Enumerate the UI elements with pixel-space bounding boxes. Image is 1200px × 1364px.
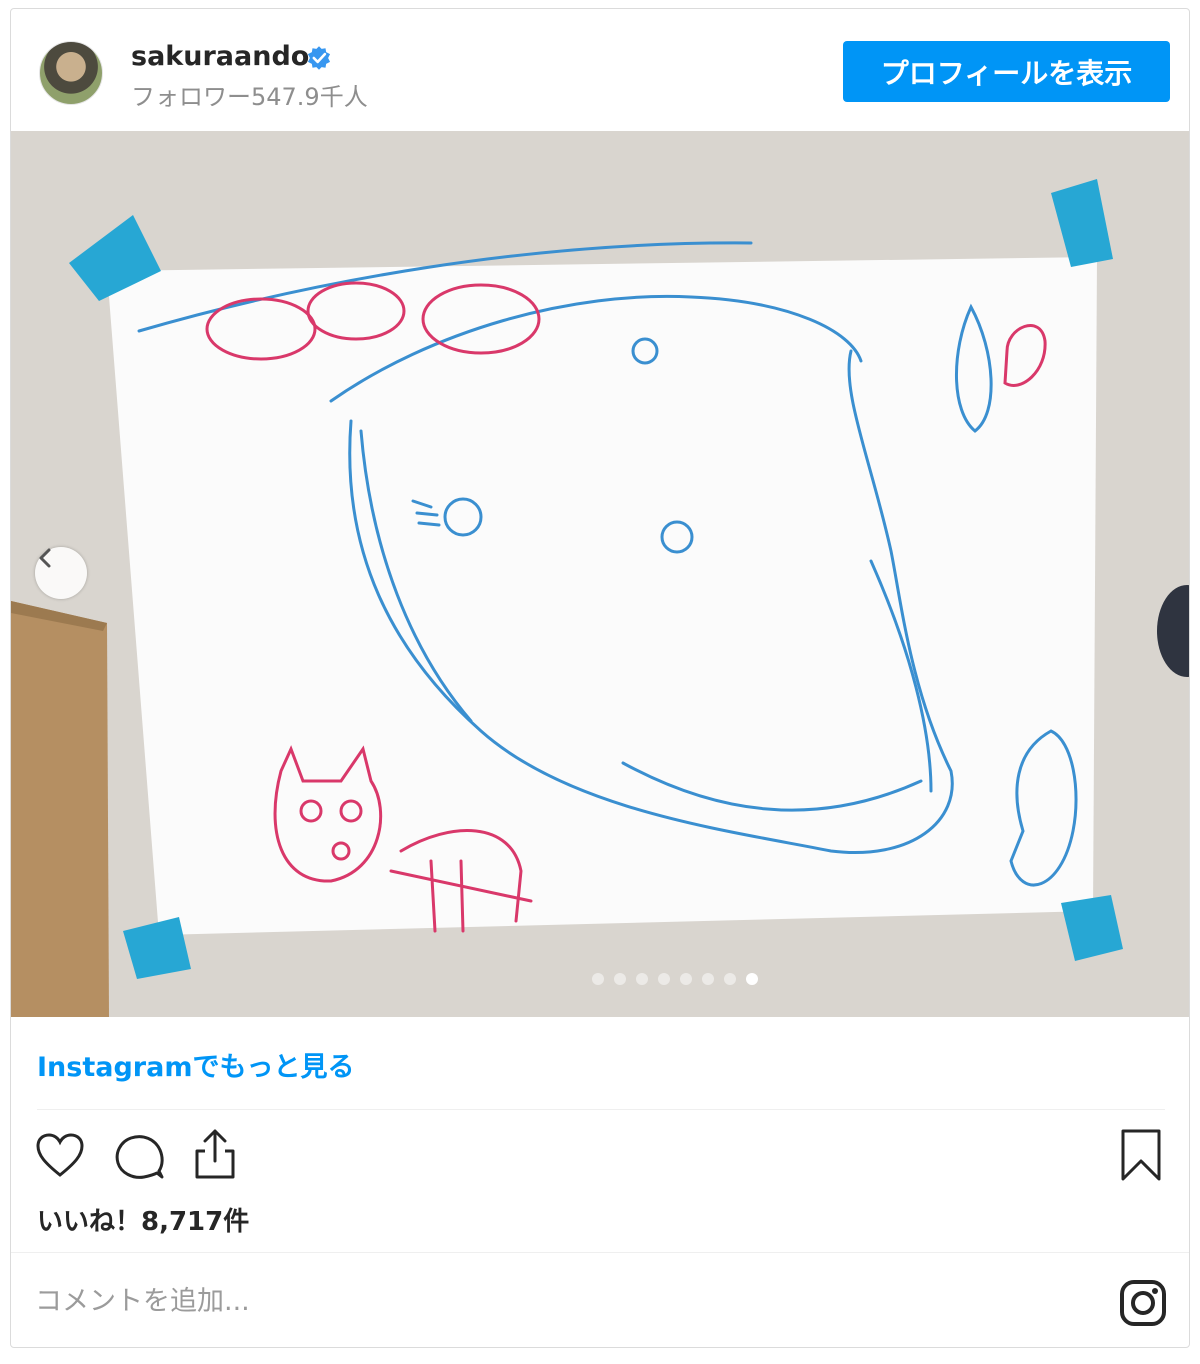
carousel-dot-active [746,973,758,985]
chevron-left-icon [39,548,51,568]
verified-badge-icon [307,46,331,70]
view-profile-button[interactable]: プロフィールを表示 [843,41,1170,102]
instagram-embed-card: sakuraando フォロワー547.9千人 プロフィールを表示 Instag… [10,8,1190,1348]
carousel-prev-button[interactable] [35,547,87,599]
share-icon[interactable] [191,1127,239,1181]
comment-bar [11,1252,1189,1347]
like-count[interactable]: いいね！8,717件 [37,1201,249,1238]
heart-icon[interactable] [35,1133,85,1179]
carousel-indicator [11,973,1189,985]
carousel-dot [636,973,648,985]
carousel-dot [592,973,604,985]
username[interactable]: sakuraando [131,41,309,72]
carousel-dot [680,973,692,985]
drawing-photo [11,131,1189,1017]
instagram-logo-icon[interactable] [1119,1279,1167,1327]
post-media-carousel[interactable] [11,131,1189,1017]
bookmark-icon[interactable] [1119,1127,1163,1183]
carousel-dot [702,973,714,985]
comment-input[interactable] [35,1275,1075,1327]
post-header: sakuraando フォロワー547.9千人 プロフィールを表示 [11,9,1189,131]
view-more-on-instagram-link[interactable]: Instagramでもっと見る [37,1045,354,1084]
carousel-dot [658,973,670,985]
follower-count: フォロワー547.9千人 [131,83,368,111]
carousel-dot [614,973,626,985]
carousel-dot [724,973,736,985]
comment-icon[interactable] [113,1131,165,1181]
avatar[interactable] [39,41,103,105]
divider [37,1109,1165,1110]
